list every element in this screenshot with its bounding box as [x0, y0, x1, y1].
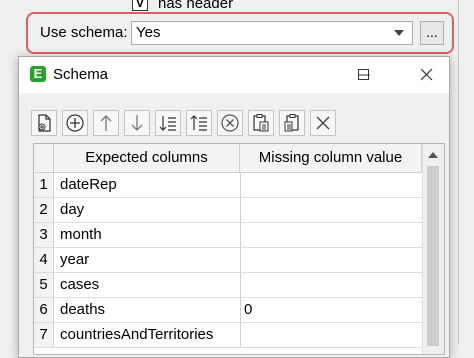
move-down-icon — [131, 115, 143, 131]
row-index[interactable]: 1 — [34, 173, 54, 197]
browse-button[interactable]: ... — [420, 21, 444, 45]
row-index[interactable]: 5 — [34, 273, 54, 297]
expected-column-cell[interactable]: cases — [60, 273, 240, 296]
expected-column-cell[interactable]: dateRep — [60, 173, 240, 196]
missing-value-cell[interactable] — [240, 273, 422, 297]
expected-column-cell[interactable]: year — [60, 248, 240, 271]
move-down-button[interactable] — [124, 110, 150, 136]
scrollbar-thumb[interactable] — [427, 166, 439, 346]
sort-ascending-button[interactable] — [155, 110, 181, 136]
maximize-button[interactable] — [342, 57, 386, 93]
close-window-button[interactable] — [405, 57, 449, 93]
missing-value-cell[interactable] — [240, 198, 422, 222]
sort-descending-icon — [190, 115, 207, 131]
close-window-icon — [421, 69, 433, 81]
row-index[interactable]: 6 — [34, 298, 54, 322]
table-row: 1 dateRep — [34, 173, 422, 198]
schema-dialog: E Schema Expected columns Missing column… — [18, 56, 450, 358]
table-header: Expected columns Missing column value — [34, 144, 422, 173]
chevron-down-icon — [394, 30, 404, 36]
table-body: 1 dateRep 2 day 3 month 4 year 5 cases 6… — [34, 173, 422, 348]
has-header-checkbox[interactable]: V — [132, 0, 148, 11]
table-row: 5 cases — [34, 273, 422, 298]
remove-icon — [221, 114, 239, 132]
column-header-expected[interactable]: Expected columns — [54, 144, 240, 172]
clear-button[interactable] — [310, 110, 336, 136]
row-index[interactable]: 2 — [34, 198, 54, 222]
schema-table: Expected columns Missing column value 1 … — [33, 143, 445, 355]
scroll-up-icon[interactable] — [428, 152, 438, 158]
missing-value-cell[interactable] — [240, 223, 422, 247]
column-header-missing[interactable]: Missing column value — [240, 144, 422, 172]
paste-alt-button[interactable] — [279, 110, 305, 136]
remove-column-button[interactable] — [217, 110, 243, 136]
table-row: 2 day — [34, 198, 422, 223]
sort-ascending-icon — [159, 116, 176, 131]
panel-divider — [458, 0, 459, 344]
row-index[interactable]: 7 — [34, 323, 54, 347]
table-row: 6 deaths 0 — [34, 298, 422, 323]
row-index[interactable]: 4 — [34, 248, 54, 272]
app-icon: E — [30, 66, 46, 82]
move-up-button[interactable] — [93, 110, 119, 136]
paste-alt-icon — [284, 114, 299, 132]
use-schema-value: Yes — [136, 24, 161, 41]
title-bar[interactable]: E Schema — [19, 57, 449, 93]
table-row: 3 month — [34, 223, 422, 248]
paste-button[interactable] — [248, 110, 274, 136]
expected-column-cell[interactable]: day — [60, 198, 240, 221]
expected-column-cell[interactable]: month — [60, 223, 240, 246]
missing-value-cell[interactable] — [240, 173, 422, 197]
table-row: 7 countriesAndTerritories — [34, 323, 422, 348]
use-schema-dropdown[interactable]: Yes — [131, 21, 413, 45]
row-index[interactable]: 3 — [34, 223, 54, 247]
expected-column-cell[interactable]: countriesAndTerritories — [60, 323, 240, 346]
has-header-row: V has header — [132, 0, 233, 12]
schema-toolbar — [31, 110, 341, 136]
has-header-label: has header — [158, 0, 234, 12]
missing-value-cell[interactable] — [240, 248, 422, 272]
new-file-button[interactable] — [31, 110, 57, 136]
add-icon — [66, 114, 84, 132]
sort-descending-button[interactable] — [186, 110, 212, 136]
expected-column-cell[interactable]: deaths — [60, 298, 240, 321]
use-schema-row: Use schema: Yes ... — [26, 12, 454, 54]
use-schema-label: Use schema: — [40, 24, 128, 41]
new-file-icon — [38, 114, 51, 132]
close-icon — [316, 116, 330, 130]
vertical-scrollbar[interactable] — [422, 144, 444, 354]
maximize-icon — [358, 69, 369, 80]
header-corner — [34, 144, 54, 172]
add-column-button[interactable] — [62, 110, 88, 136]
missing-value-cell[interactable]: 0 — [240, 298, 422, 322]
missing-value-cell[interactable] — [240, 323, 422, 347]
move-up-icon — [100, 115, 112, 131]
dialog-title: Schema — [53, 66, 109, 83]
paste-icon — [253, 114, 269, 132]
table-row: 4 year — [34, 248, 422, 273]
